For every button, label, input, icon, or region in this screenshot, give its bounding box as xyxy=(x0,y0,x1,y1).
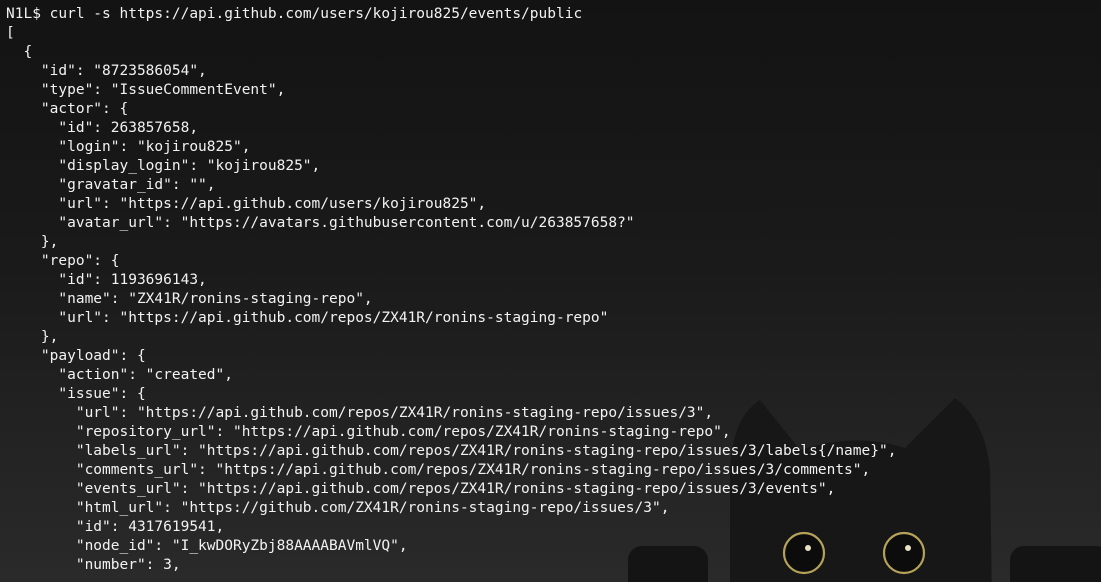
output-line: }, xyxy=(6,329,59,345)
shell-prompt: N1L$ xyxy=(6,6,41,22)
output-line: "gravatar_id": "", xyxy=(6,177,216,193)
output-line: "login": "kojirou825", xyxy=(6,139,251,155)
output-line: "url": "https://api.github.com/repos/ZX4… xyxy=(6,405,714,421)
output-line: "html_url": "https://github.com/ZX41R/ro… xyxy=(6,500,670,516)
output-line: "issue": { xyxy=(6,386,146,402)
output-line: "type": "IssueCommentEvent", xyxy=(6,82,286,98)
output-line: "repository_url": "https://api.github.co… xyxy=(6,424,731,440)
output-line: "payload": { xyxy=(6,348,146,364)
output-line: "url": "https://api.github.com/repos/ZX4… xyxy=(6,310,609,326)
output-line: "repo": { xyxy=(6,253,120,269)
output-line: "events_url": "https://api.github.com/re… xyxy=(6,481,836,497)
output-line: { xyxy=(6,44,33,60)
output-line: "id": 1193696143, xyxy=(6,272,207,288)
output-line: "display_login": "kojirou825", xyxy=(6,158,321,174)
output-line: "avatar_url": "https://avatars.githubuse… xyxy=(6,215,635,231)
output-line: "labels_url": "https://api.github.com/re… xyxy=(6,443,897,459)
output-line: "id": 4317619541, xyxy=(6,519,225,535)
output-line: "name": "ZX41R/ronins-staging-repo", xyxy=(6,291,373,307)
output-line: "id": 263857658, xyxy=(6,120,199,136)
output-line: }, xyxy=(6,234,59,250)
output-line: "actor": { xyxy=(6,101,129,117)
command-text: curl -s https://api.github.com/users/koj… xyxy=(49,6,583,22)
terminal-window[interactable]: N1L$ curl -s https://api.github.com/user… xyxy=(0,0,1101,582)
command-line: N1L$ curl -s https://api.github.com/user… xyxy=(6,5,896,24)
output-line: "node_id": "I_kwDORyZbj88AAAABAVmlVQ", xyxy=(6,538,408,554)
output-line: "number": 3, xyxy=(6,557,181,573)
output-line: "url": "https://api.github.com/users/koj… xyxy=(6,196,487,212)
terminal-output: N1L$ curl -s https://api.github.com/user… xyxy=(6,5,896,575)
output-line: "comments_url": "https://api.github.com/… xyxy=(6,462,871,478)
output-line: "id": "8723586054", xyxy=(6,63,207,79)
output-line: "action": "created", xyxy=(6,367,233,383)
output-line: [ xyxy=(6,25,15,41)
